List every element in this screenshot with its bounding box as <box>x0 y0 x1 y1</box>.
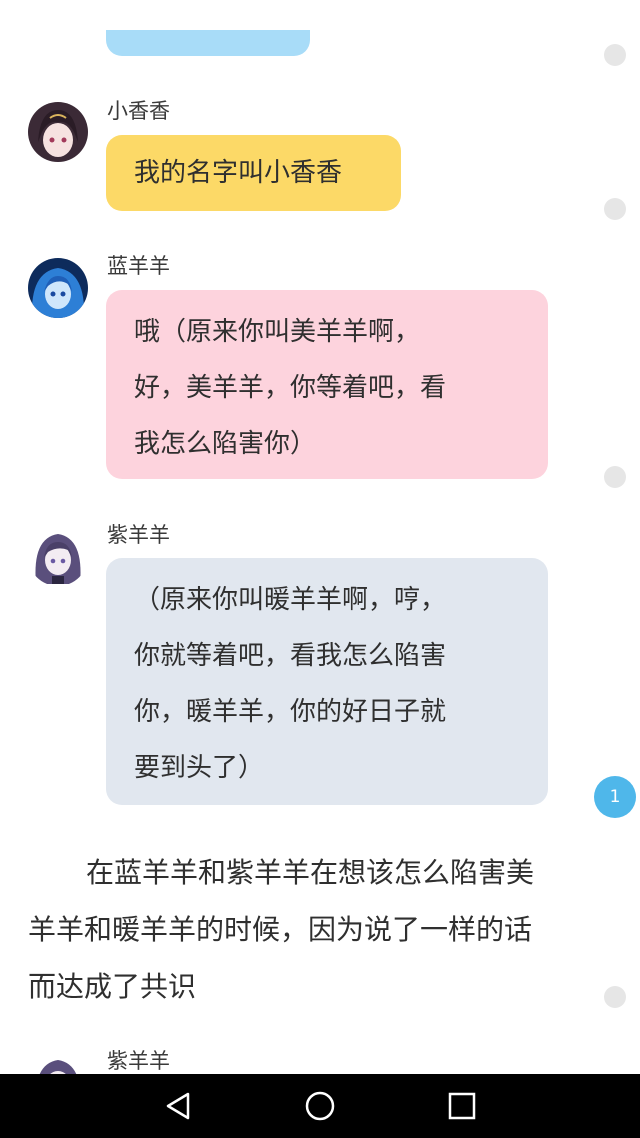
message-bubble[interactable]: 哦（原来你叫美羊羊啊， 好，美羊羊，你等着吧，看 我怎么陷害你） <box>106 290 548 479</box>
sender-name: 小香香 <box>107 99 170 123</box>
back-triangle-icon[interactable] <box>160 1088 196 1124</box>
system-navigation-bar <box>0 1074 640 1138</box>
sender-name: 蓝羊羊 <box>107 254 170 278</box>
message-line: （原来你叫暖羊羊啊，哼， <box>134 585 447 615</box>
message-line: 我怎么陷害你） <box>134 429 317 459</box>
sender-name: 紫羊羊 <box>107 1049 170 1073</box>
comment-count-badge[interactable]: 1 <box>594 776 636 818</box>
message-bubble[interactable]: （原来你叫暖羊羊啊，哼， 你就等着吧，看我怎么陷害 你，暖羊羊，你的好日子就 要… <box>106 558 548 805</box>
message-line: 要到头了） <box>134 753 265 783</box>
message-line: 你就等着吧，看我怎么陷害 <box>134 641 447 671</box>
message-line: 好，美羊羊，你等着吧，看 <box>134 373 447 403</box>
avatar[interactable] <box>28 1052 88 1074</box>
message-line: 我的名字叫小香香 <box>134 158 343 188</box>
previous-message-bubble <box>106 30 310 56</box>
paragraph-comment-dot[interactable] <box>604 466 626 488</box>
avatar[interactable] <box>28 102 88 162</box>
message-line: 哦（原来你叫美羊羊啊， <box>134 317 421 347</box>
blue-hair-girl-avatar-icon <box>28 258 88 318</box>
narration-line: 而达成了共识 <box>28 970 197 1003</box>
sender-name: 紫羊羊 <box>107 523 170 547</box>
purple-hair-girl-avatar-icon <box>28 1052 88 1074</box>
avatar[interactable] <box>28 526 88 586</box>
home-circle-icon[interactable] <box>302 1088 338 1124</box>
narration-line: 在蓝羊羊和紫羊羊在想该怎么陷害美 <box>86 856 535 889</box>
paragraph-comment-dot[interactable] <box>604 198 626 220</box>
recents-square-icon[interactable] <box>444 1088 480 1124</box>
narration-paragraph: 在蓝羊羊和紫羊羊在想该怎么陷害美 羊羊和暖羊羊的时候，因为说了一样的话 而达成了… <box>28 844 608 1015</box>
story-chat-screen: 小香香 我的名字叫小香香 蓝羊羊 哦（原来你叫美羊羊啊， 好，美羊羊，你等着吧，… <box>0 0 640 1138</box>
dark-hair-girl-avatar-icon <box>28 102 88 162</box>
paragraph-comment-dot[interactable] <box>604 44 626 66</box>
narration-line: 羊羊和暖羊羊的时候，因为说了一样的话 <box>28 913 533 946</box>
purple-hair-girl-avatar-icon <box>28 526 88 586</box>
message-line: 你，暖羊羊，你的好日子就 <box>134 697 447 727</box>
avatar[interactable] <box>28 258 88 318</box>
message-bubble[interactable]: 我的名字叫小香香 <box>106 135 401 211</box>
